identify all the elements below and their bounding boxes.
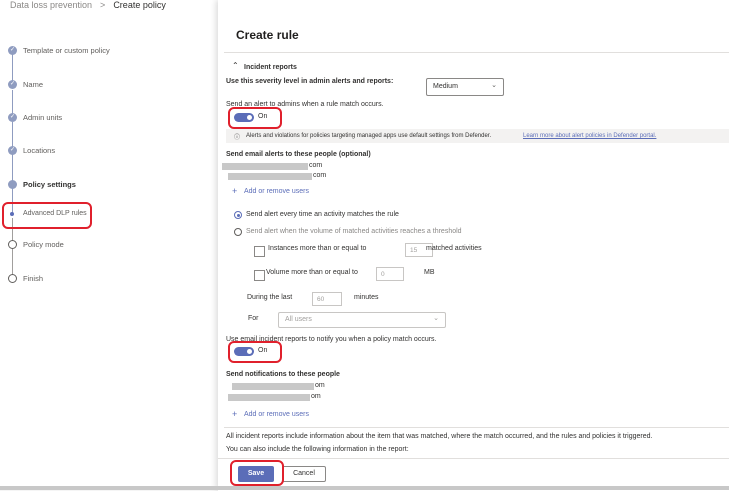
redacted-email	[232, 383, 314, 390]
radio-threshold-label: Send alert when the volume of matched ac…	[246, 228, 462, 235]
highlight-box	[228, 341, 282, 363]
incident-reports-header[interactable]: Incident reports	[244, 64, 297, 71]
redacted-email	[222, 163, 308, 170]
step-locations[interactable]: Locations	[23, 146, 55, 155]
radio-every-time[interactable]	[234, 211, 242, 219]
during-label: During the last	[247, 294, 293, 301]
add-remove-users-link[interactable]: Add or remove users	[244, 411, 309, 418]
breadcrumb-separator: >	[100, 0, 106, 10]
step-complete-icon	[8, 46, 17, 55]
also-include-text: You can also include the following infor…	[226, 446, 409, 453]
add-remove-users-link[interactable]: Add or remove users	[244, 188, 309, 195]
step-pending-icon	[8, 274, 17, 283]
instances-checkbox[interactable]	[254, 246, 265, 257]
step-connector	[12, 154, 13, 182]
wizard-sidebar: Data loss prevention > Create policy Templ…	[0, 0, 218, 490]
divider	[224, 52, 729, 53]
highlight-box	[230, 460, 284, 486]
breadcrumb-parent[interactable]: Data loss prevention	[10, 0, 92, 10]
cancel-button[interactable]: Cancel	[282, 466, 326, 482]
redacted-email	[228, 173, 312, 180]
instances-unit: matched activities	[426, 245, 482, 252]
info-bar: ⓘ Alerts and violations for policies tar…	[226, 129, 729, 143]
severity-value: Medium	[433, 83, 458, 90]
step-complete-icon	[8, 80, 17, 89]
for-label: For	[248, 315, 259, 322]
breadcrumb: Data loss prevention > Create policy	[10, 0, 166, 10]
for-value: All users	[285, 316, 312, 323]
info-link[interactable]: Learn more about alert policies in Defen…	[523, 133, 656, 139]
info-icon: ⓘ	[234, 135, 241, 141]
radio-threshold[interactable]	[234, 228, 242, 236]
chevron-up-icon[interactable]: ⌃	[232, 61, 239, 70]
radio-every-time-label: Send alert every time an activity matche…	[246, 211, 399, 218]
volume-unit: MB	[424, 269, 435, 276]
info-text: Alerts and violations for policies targe…	[246, 133, 492, 139]
volume-input[interactable]: 0	[376, 267, 404, 281]
notify-suffix: om	[315, 382, 325, 389]
chevron-down-icon: ⌄	[491, 82, 497, 89]
email-alerts-label: Send email alerts to these people (optio…	[226, 151, 371, 158]
create-rule-panel: Create rule ⌃ Incident reports Use this …	[218, 0, 729, 491]
plus-icon[interactable]: +	[232, 186, 237, 196]
step-admin-units[interactable]: Admin units	[23, 113, 62, 122]
all-reports-text: All incident reports include information…	[226, 433, 653, 440]
panel-title: Create rule	[236, 28, 299, 42]
step-complete-icon	[8, 146, 17, 155]
step-connector	[12, 54, 13, 82]
highlight-box	[228, 107, 282, 129]
step-connector	[12, 248, 13, 276]
during-input[interactable]: 60	[312, 292, 342, 306]
instances-label: Instances more than or equal to	[268, 245, 367, 252]
during-unit: minutes	[354, 294, 379, 301]
notify-label: Send notifications to these people	[226, 371, 340, 378]
divider	[224, 427, 729, 428]
chevron-down-icon: ⌄	[433, 315, 439, 322]
step-pending-icon	[8, 240, 17, 249]
for-select[interactable]: All users ⌄	[278, 312, 446, 328]
severity-label: Use this severity level in admin alerts …	[226, 78, 394, 85]
highlight-box	[2, 202, 92, 229]
plus-icon[interactable]: +	[232, 409, 237, 419]
volume-label: Volume more than or equal to	[266, 269, 358, 276]
step-name[interactable]: Name	[23, 80, 43, 89]
step-finish[interactable]: Finish	[23, 274, 43, 283]
email-suffix: com	[309, 162, 323, 169]
severity-select[interactable]: Medium ⌄	[426, 78, 504, 96]
step-complete-icon	[8, 113, 17, 122]
email-suffix: com	[313, 172, 327, 179]
volume-checkbox[interactable]	[254, 270, 265, 281]
step-policy-mode[interactable]: Policy mode	[23, 240, 64, 249]
step-current-icon	[8, 180, 17, 189]
redacted-email	[228, 394, 310, 401]
scrollbar-track	[0, 486, 729, 490]
step-template[interactable]: Template or custom policy	[23, 46, 110, 55]
notify-suffix: om	[311, 393, 321, 400]
breadcrumb-current: Create policy	[113, 0, 166, 10]
step-policy-settings[interactable]: Policy settings	[23, 180, 76, 189]
